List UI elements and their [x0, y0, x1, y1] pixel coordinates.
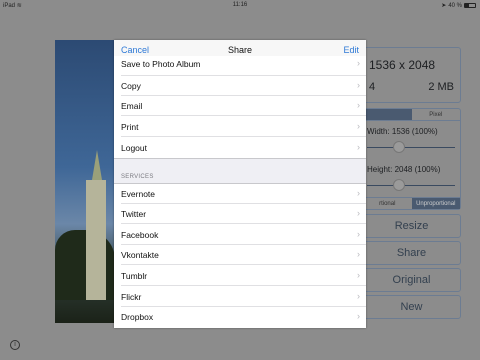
clock: 11:16: [232, 2, 248, 8]
proportion-segment-unproportional[interactable]: Unproportional: [411, 198, 460, 209]
proportion-segment-proportional[interactable]: rtional: [363, 198, 412, 209]
image-dimensions: 1536 x 2048: [369, 58, 436, 72]
unit-segment-percent[interactable]: [363, 109, 412, 120]
proportion-segmented-control: rtional Unproportional: [363, 197, 460, 209]
edit-button[interactable]: Edit: [343, 45, 359, 55]
share-button[interactable]: Share: [362, 241, 461, 265]
status-bar: iPad ≋ 11:16 ➤ 40 %: [0, 0, 480, 12]
chevron-right-icon: ›: [357, 229, 360, 239]
action-logout[interactable]: Logout ›: [114, 138, 366, 158]
chevron-right-icon: ›: [357, 121, 360, 131]
height-slider-knob[interactable]: [393, 179, 405, 191]
resize-button[interactable]: Resize: [362, 214, 461, 238]
service-facebook[interactable]: Facebook ›: [114, 225, 366, 245]
height-label: Height: 2048 (100%): [367, 165, 441, 174]
photo-tower-spire: [92, 150, 102, 180]
height-slider-track[interactable]: [367, 185, 455, 186]
image-count: 4: [369, 81, 376, 93]
location-icon: ➤: [441, 3, 447, 9]
width-label: Width: 1536 (100%): [367, 127, 438, 136]
unit-segmented-control: Pixel: [363, 109, 460, 121]
info-icon[interactable]: i: [10, 340, 20, 350]
services-section-title: SERVICES: [121, 174, 154, 180]
services-section-header: SERVICES: [114, 158, 366, 184]
service-dropbox[interactable]: Dropbox ›: [114, 307, 366, 327]
chevron-right-icon: ›: [357, 270, 360, 280]
resize-settings-panel: Pixel Width: 1536 (100%) Height: 2048 (1…: [362, 108, 461, 210]
service-flickr[interactable]: Flickr ›: [114, 287, 366, 307]
service-evernote[interactable]: Evernote ›: [114, 184, 366, 204]
unit-segment-pixel[interactable]: Pixel: [412, 109, 461, 120]
chevron-right-icon: ›: [357, 142, 360, 152]
chevron-right-icon: ›: [357, 291, 360, 301]
chevron-right-icon: ›: [357, 208, 360, 218]
chevron-right-icon: ›: [357, 100, 360, 110]
chevron-right-icon: ›: [357, 249, 360, 259]
photo-tower-body: [86, 180, 106, 300]
width-slider-knob[interactable]: [393, 141, 405, 153]
chevron-right-icon: ›: [357, 80, 360, 90]
chevron-right-icon: ›: [357, 311, 360, 321]
chevron-right-icon: ›: [357, 188, 360, 198]
battery-icon: [464, 3, 476, 8]
status-right: ➤ 40 %: [441, 2, 476, 9]
photo-trees: [55, 230, 115, 300]
new-button[interactable]: New: [362, 295, 461, 319]
chevron-right-icon: ›: [357, 58, 360, 68]
share-sheet: Cancel Share Edit Save to Photo Album › …: [114, 40, 366, 328]
width-slider-track[interactable]: [367, 147, 455, 148]
action-copy[interactable]: Copy ›: [114, 76, 366, 96]
service-twitter[interactable]: Twitter ›: [114, 204, 366, 224]
action-print[interactable]: Print ›: [114, 117, 366, 137]
image-info-panel: 1536 x 2048 4 2 MB: [362, 47, 461, 103]
original-button[interactable]: Original: [362, 268, 461, 292]
service-vkontakte[interactable]: Vkontakte ›: [114, 245, 366, 265]
action-email[interactable]: Email ›: [114, 96, 366, 116]
action-save-to-photo-album[interactable]: Save to Photo Album ›: [114, 56, 366, 76]
photo-church-tower: [55, 150, 115, 300]
battery-percent: 40 %: [448, 2, 462, 9]
share-sheet-title: Share: [227, 45, 253, 55]
image-size: 2 MB: [428, 81, 454, 93]
service-tumblr[interactable]: Tumblr ›: [114, 266, 366, 286]
